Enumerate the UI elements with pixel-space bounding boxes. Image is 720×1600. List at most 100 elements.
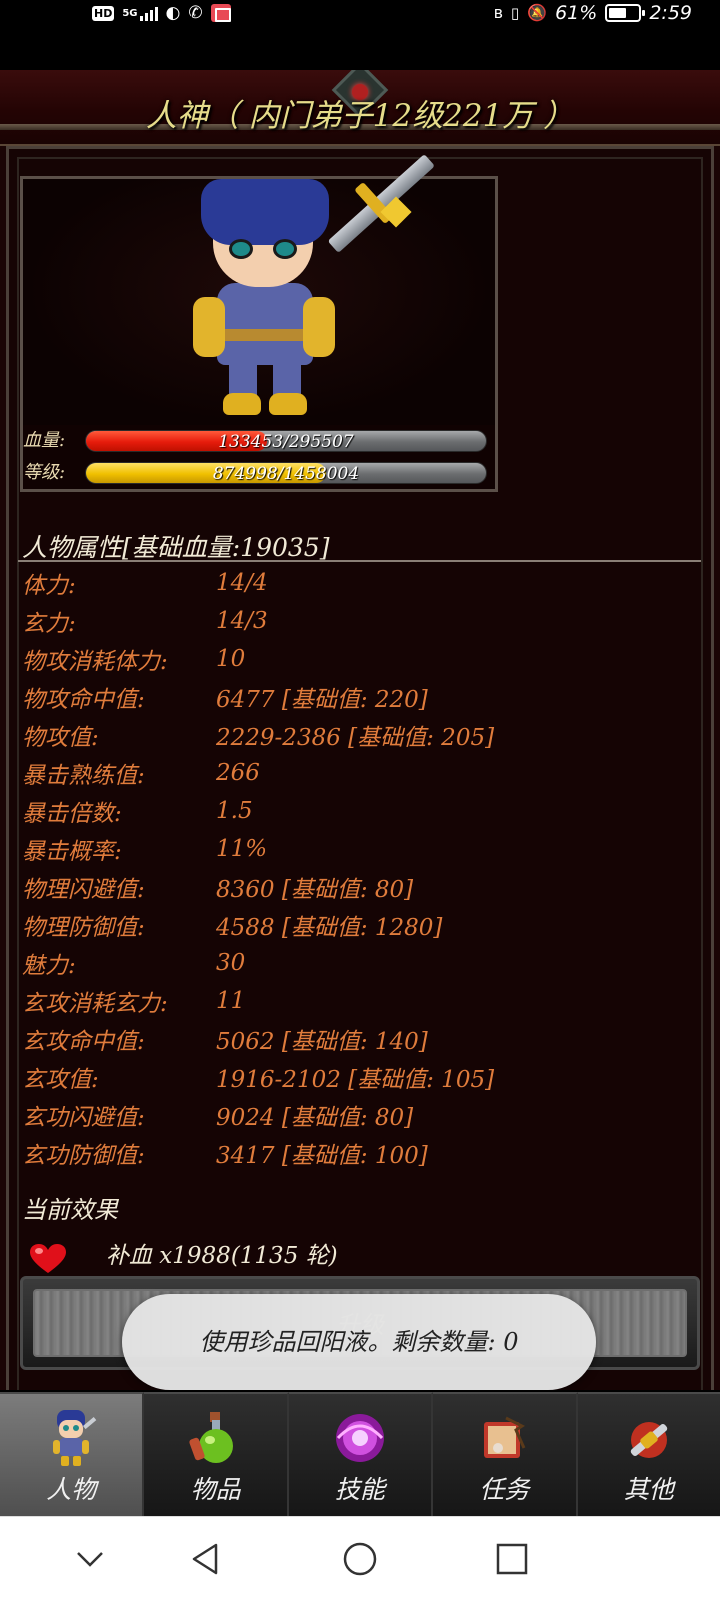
attribute-value: 1.5 [216,798,253,824]
signal-icon: 5G [122,5,158,21]
attribute-name: 玄攻命中值: [22,1029,145,1055]
attribute-row: 物攻消耗体力: 10 [22,640,702,678]
effects-title: 当前效果 [22,1196,118,1224]
character-belt [217,329,313,341]
attribute-row: 魅力: 30 [22,944,702,982]
character-left-eye [229,239,253,259]
status-bar: HD 5G ◐ ✆ ʙ ▯ 🔕 61% 2:59 [0,0,720,70]
character-left-boot [223,393,261,415]
tab-label: 技能 [335,1475,386,1504]
attribute-row: 玄攻命中值: 5062 [基础值: 140] [22,1020,702,1058]
attribute-name: 物攻值: [22,725,99,751]
hp-label: 血量: [23,430,66,451]
tab-skills[interactable]: 技能 [288,1392,434,1516]
recents-icon[interactable] [490,1537,534,1581]
attribute-row: 玄功防御值: 3417 [基础值: 100] [22,1134,702,1172]
attribute-row: 物攻值: 2229-2386 [基础值: 205] [22,716,702,754]
attribute-row: 物攻命中值: 6477 [基础值: 220] [22,678,702,716]
tab-character[interactable]: 人物 [0,1392,145,1516]
character-right-eye [273,239,297,259]
level-label: 等级: [23,462,66,483]
home-icon[interactable] [338,1537,382,1581]
attribute-value: 1916-2102 [基础值: 105] [216,1067,495,1093]
phone-icon: ✆ [188,2,203,23]
attribute-name: 物攻命中值: [22,687,145,713]
attribute-name: 暴击倍数: [22,801,122,827]
battery-percent: 61% [555,2,598,24]
book-app-icon [210,4,231,22]
attribute-name: 玄攻消耗玄力: [22,991,168,1017]
attribute-name: 物攻消耗体力: [22,649,168,675]
clock: 2:59 [649,2,692,24]
hd-icon: HD [92,5,115,21]
hp-row: 血量: 133453/295507 [23,427,495,455]
potion-icon [188,1412,233,1463]
attribute-name: 体力: [22,573,76,599]
tab-label: 人物 [46,1475,97,1504]
attribute-name: 玄功闪避值: [22,1105,145,1131]
attributes-list: 体力: 14/4 玄力: 14/3 物攻消耗体力: 10 物攻命中值: 6477 [基础值: … [22,564,702,1172]
battery-icon [605,4,646,22]
vibrate-icon: ▯ [510,3,520,22]
attribute-value: 2229-2386 [基础值: 205] [216,725,495,751]
attribute-value: 8360 [基础值: 80] [216,877,414,903]
effect-text: 补血 x1988(1135 轮) [106,1243,338,1269]
mute-icon: 🔕 [527,3,548,22]
quest-icon [484,1416,526,1458]
attribute-name: 物理闪避值: [22,877,145,903]
heart-icon [30,1244,66,1273]
bluetooth-icon: ʙ [493,3,503,22]
attribute-row: 体力: 14/4 [22,564,702,602]
attribute-value: 14/4 [216,570,268,596]
character-body [217,283,313,365]
attribute-value: 4588 [基础值: 1280] [216,915,443,941]
attribute-row: 暴击概率: 11% [22,830,702,868]
attribute-row: 玄攻消耗玄力: 11 [22,982,702,1020]
attribute-row: 玄功闪避值: 9024 [基础值: 80] [22,1096,702,1134]
attribute-value: 10 [216,646,246,672]
system-nav-bar [0,1516,720,1600]
attribute-row: 暴击熟练值: 266 [22,754,702,792]
back-icon[interactable] [184,1537,228,1581]
tab-quests[interactable]: 任务 [433,1392,578,1516]
collapse-icon[interactable] [68,1537,112,1581]
attribute-value: 6477 [基础值: 220] [216,687,428,713]
page-title: 人神（ 内门弟子12级221万 ） [145,98,575,134]
attribute-value: 9024 [基础值: 80] [216,1105,414,1131]
status-left: HD 5G ◐ ✆ [92,0,231,26]
attribute-name: 暴击概率: [22,839,122,865]
attributes-title: 人物属性[基础血量:19035] [22,533,330,562]
attribute-name: 玄功防御值: [22,1143,145,1169]
attribute-value: 11 [216,988,246,1014]
game-screen: 人神（ 内门弟子12级221万 ） 血量: 133453/295507 等级: … [0,70,720,1390]
attribute-row: 玄力: 14/3 [22,602,702,640]
character-icon [53,1410,97,1466]
tab-label: 其他 [623,1475,674,1504]
attribute-value: 3417 [基础值: 100] [216,1143,428,1169]
toast-message: 使用珍品回阳液。剩余数量: 0 [122,1294,596,1390]
attribute-row: 物理防御值: 4588 [基础值: 1280] [22,906,702,944]
level-row: 等级: 874998/1458004 [23,459,495,487]
avatar-background [23,154,495,425]
avatar-box: 血量: 133453/295507 等级: 874998/1458004 [20,154,498,492]
level-bar: 874998/1458004 [85,462,487,484]
effect-item: 补血 x1988(1135 轮) [28,1238,628,1274]
level-value: 874998/1458004 [212,464,360,484]
network-label: 5G [122,7,138,19]
attribute-name: 玄攻值: [22,1067,99,1093]
tab-label: 任务 [479,1475,530,1504]
attribute-value: 11% [216,836,268,862]
attribute-value: 14/3 [216,608,268,634]
character-hair [201,179,329,245]
character-right-boot [269,393,307,415]
title-header: 人神（ 内门弟子12级221万 ） [0,70,720,146]
tab-label: 物品 [190,1475,241,1504]
attribute-name: 玄力: [22,611,76,637]
attribute-name: 暴击熟练值: [22,763,145,789]
attribute-value: 5062 [基础值: 140] [216,1029,428,1055]
attribute-value: 30 [216,950,246,976]
tab-items[interactable]: 物品 [144,1392,289,1516]
attribute-row: 暴击倍数: 1.5 [22,792,702,830]
tab-other[interactable]: 其他 [577,1392,720,1516]
character-sprite [173,154,435,425]
